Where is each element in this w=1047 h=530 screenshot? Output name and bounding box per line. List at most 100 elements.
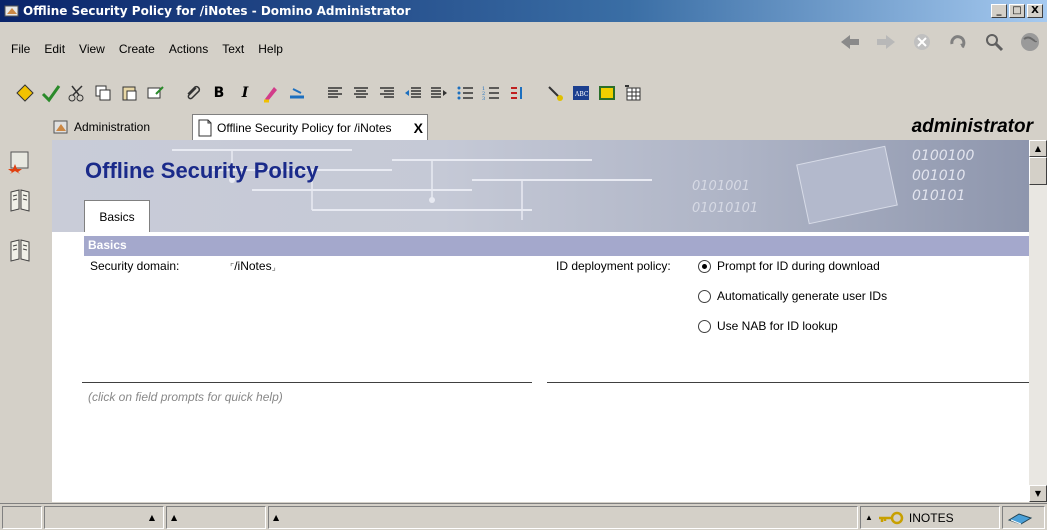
toolbar-italic-button[interactable]: I — [234, 82, 256, 104]
radio-prompt-for-id[interactable]: Prompt for ID during download — [698, 259, 880, 273]
toolbar-paste-button[interactable] — [118, 82, 140, 104]
toolbar-hotspot-button[interactable] — [544, 82, 566, 104]
scroll-thumb[interactable] — [1029, 157, 1047, 185]
paste-special-icon — [147, 86, 164, 99]
stop-icon — [914, 34, 930, 50]
toolbar-spellcheck-button[interactable]: ABC — [570, 82, 592, 104]
toolbar-highlight-button[interactable] — [260, 82, 282, 104]
divider-right — [547, 382, 1029, 383]
toolbar-style-cycle-button[interactable] — [506, 82, 528, 104]
text-color-icon — [290, 88, 304, 99]
field-bracket-close: ⌟ — [271, 262, 276, 272]
numbered-list-icon: 123 — [482, 86, 499, 101]
id-deployment-label[interactable]: ID deployment policy: — [556, 259, 671, 273]
title-bar[interactable]: Offline Security Policy for /iNotes - Do… — [0, 0, 1047, 22]
toolbar-align-right-button[interactable] — [376, 82, 398, 104]
checkmark-icon — [41, 85, 61, 103]
radio-use-nab-lookup[interactable]: Use NAB for ID lookup — [698, 319, 838, 333]
paperclip-icon — [187, 85, 201, 100]
menu-view[interactable]: View — [72, 42, 112, 56]
toolbar-outdent-button[interactable] — [428, 82, 450, 104]
scroll-down-button[interactable]: ▼ — [1029, 485, 1047, 502]
svg-text:3: 3 — [482, 96, 485, 101]
status-location[interactable]: ▲ INOTES — [860, 506, 1000, 529]
current-user: administrator — [911, 116, 1033, 137]
radio-label: Automatically generate user IDs — [717, 289, 888, 303]
form-banner: 0100100 001010 010101 0101001 01010101 O… — [52, 140, 1029, 232]
toolbar-home-button[interactable] — [14, 82, 36, 104]
copy-icon — [95, 85, 111, 101]
menu-edit[interactable]: Edit — [37, 42, 72, 56]
image-icon — [599, 86, 615, 100]
document-icon — [198, 119, 212, 136]
bookmark-bar — [0, 140, 40, 502]
toolbar-text-color-button[interactable] — [286, 82, 308, 104]
toolbar-bullets-button[interactable] — [454, 82, 476, 104]
security-domain-field[interactable]: ⌜/iNotes⌟ — [230, 259, 276, 273]
status-cell-size[interactable]: ▲ — [166, 506, 266, 529]
tab-close-button[interactable]: X — [414, 120, 423, 136]
radio-button-selected[interactable] — [698, 259, 711, 273]
svg-text:010101: 010101 — [912, 188, 965, 204]
menu-actions[interactable]: Actions — [162, 42, 215, 56]
diamond-icon — [16, 84, 34, 102]
toolbar-numbers-button[interactable]: 123 — [480, 82, 502, 104]
bookmark-databases[interactable] — [8, 188, 32, 212]
toolbar-indent-button[interactable] — [402, 82, 424, 104]
toolbar-paste-special-button[interactable] — [144, 82, 166, 104]
status-bar: ▲ ▲ ▲ ▲ INOTES — [0, 503, 1047, 530]
svg-text:0101001: 0101001 — [692, 179, 750, 194]
scroll-up-button[interactable]: ▲ — [1029, 140, 1047, 157]
book-icon — [10, 239, 30, 262]
radio-auto-generate-ids[interactable]: Automatically generate user IDs — [698, 289, 887, 303]
toolbar-attach-button[interactable] — [182, 82, 204, 104]
back-button[interactable] — [837, 29, 863, 55]
toolbar-copy-button[interactable] — [92, 82, 114, 104]
tab-offline-security-policy[interactable]: Offline Security Policy for /iNotes X — [192, 114, 428, 140]
section-header-basics: Basics — [84, 236, 1029, 256]
minimize-button[interactable]: _ — [991, 4, 1007, 18]
replication-icon — [1007, 512, 1033, 525]
divider-left — [82, 382, 532, 383]
open-url-button[interactable] — [1017, 29, 1043, 55]
refresh-button[interactable] — [945, 29, 971, 55]
globe-icon — [1021, 33, 1039, 51]
security-domain-label[interactable]: Security domain: — [90, 259, 179, 273]
security-domain-value: /iNotes — [234, 259, 272, 273]
search-button[interactable] — [981, 29, 1007, 55]
stop-button[interactable] — [909, 29, 935, 55]
bookmark-favorites[interactable] — [8, 150, 32, 174]
tab-administration[interactable]: Administration — [52, 116, 150, 138]
toolbar-save-button[interactable] — [40, 82, 62, 104]
menu-file[interactable]: File — [4, 42, 37, 56]
forward-button[interactable] — [873, 29, 899, 55]
toolbar-table-button[interactable] — [596, 82, 618, 104]
vertical-scrollbar[interactable]: ▲ ▼ — [1029, 140, 1047, 502]
maximize-button[interactable]: □ — [1009, 4, 1025, 18]
menu-bar: File Edit View Create Actions Text Help — [0, 22, 1047, 62]
menu-create[interactable]: Create — [112, 42, 162, 56]
bookmark-replicator[interactable] — [8, 238, 32, 262]
status-cell-font[interactable]: ▲ — [44, 506, 164, 529]
toolbar-insert-table-button[interactable] — [622, 82, 644, 104]
scissors-icon — [68, 85, 84, 102]
toolbar-cut-button[interactable] — [66, 82, 88, 104]
status-cell-indicator[interactable] — [2, 506, 42, 529]
menu-help[interactable]: Help — [251, 42, 290, 56]
toolbar-align-center-button[interactable] — [350, 82, 372, 104]
align-left-icon — [328, 87, 342, 98]
window-tabs: Administration Offline Security Policy f… — [0, 114, 1047, 140]
back-arrow-icon — [841, 35, 859, 49]
radio-button[interactable] — [698, 319, 711, 333]
toolbar-bold-button[interactable]: B — [208, 82, 230, 104]
status-replication[interactable] — [1002, 506, 1045, 529]
radio-button[interactable] — [698, 289, 711, 303]
radio-label: Use NAB for ID lookup — [717, 319, 838, 333]
tab-basics[interactable]: Basics — [84, 200, 150, 232]
refresh-icon — [950, 35, 966, 49]
search-icon — [986, 34, 1004, 52]
close-button[interactable]: X — [1027, 4, 1043, 18]
toolbar-align-left-button[interactable] — [324, 82, 346, 104]
status-cell-message[interactable]: ▲ — [268, 506, 858, 529]
menu-text[interactable]: Text — [215, 42, 251, 56]
